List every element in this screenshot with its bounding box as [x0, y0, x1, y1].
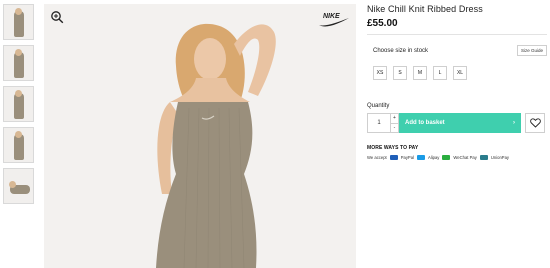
thumbnail-head [15, 131, 22, 138]
wechat-pay-icon [442, 155, 451, 160]
payment-method-label: Alipay [428, 155, 440, 160]
size-option-s[interactable]: S [393, 66, 407, 80]
product-price: £55.00 [367, 18, 398, 29]
size-option-l[interactable]: L [433, 66, 447, 80]
thumbnail-full-length[interactable] [3, 86, 34, 122]
add-to-basket-label: Add to basket [405, 120, 445, 126]
thumbnail-head [9, 181, 16, 188]
thumbnail-head [15, 8, 22, 15]
add-to-basket-button[interactable]: Add to basket › [399, 113, 521, 133]
product-photo [156, 23, 276, 268]
payment-method-label: PayPal [400, 155, 414, 160]
heart-icon [529, 118, 541, 128]
increment-button[interactable]: + [391, 114, 398, 123]
quantity-input[interactable]: 1 [367, 113, 391, 133]
thumbnail-front[interactable] [3, 4, 34, 40]
thumbnail-seated[interactable] [3, 168, 34, 204]
nike-logo: NIKE [319, 13, 349, 27]
thumbnail-head [15, 49, 22, 56]
size-guide-button[interactable]: Size Guide [516, 45, 547, 56]
purchase-row: 1 + - Add to basket › [367, 113, 547, 133]
quantity-stepper: + - [391, 113, 399, 133]
thumbnail-side[interactable] [3, 45, 34, 81]
more-ways-to-pay-title: MORE WAYS TO PAY [367, 145, 419, 151]
payment-methods: We accept PayPal Alipay WeChat Pay Union… [367, 155, 547, 160]
unionpay-icon [479, 155, 488, 160]
thumbnail-head [15, 90, 22, 97]
zoom-icon[interactable] [50, 10, 64, 24]
quantity-label: Quantity [367, 103, 390, 109]
payment-method-label: WeChat Pay [453, 155, 477, 160]
size-option-m[interactable]: M [413, 66, 427, 80]
size-option-xl[interactable]: XL [453, 66, 467, 80]
divider [367, 34, 547, 35]
size-option-xs[interactable]: XS [373, 66, 387, 80]
size-options: XS S M L XL [367, 66, 547, 80]
main-product-image[interactable]: NIKE [44, 4, 356, 268]
payment-method-label: UnionPay [490, 155, 510, 160]
size-label: Choose size in stock [373, 47, 429, 54]
thumbnail-back[interactable] [3, 127, 34, 163]
size-header: Choose size in stock Size Guide [367, 45, 547, 56]
we-accept-label: We accept [367, 155, 387, 160]
wishlist-button[interactable] [525, 113, 545, 133]
chevron-right-icon: › [513, 120, 515, 126]
product-panel: Nike Chill Knit Ribbed Dress £55.00 Choo… [367, 4, 547, 160]
paypal-icon [389, 155, 398, 160]
brand-wordmark: NIKE [323, 13, 340, 20]
alipay-icon [417, 155, 425, 160]
product-title: Nike Chill Knit Ribbed Dress [367, 4, 483, 14]
thumbnail-list [3, 4, 35, 209]
decrement-button[interactable]: - [391, 122, 398, 133]
